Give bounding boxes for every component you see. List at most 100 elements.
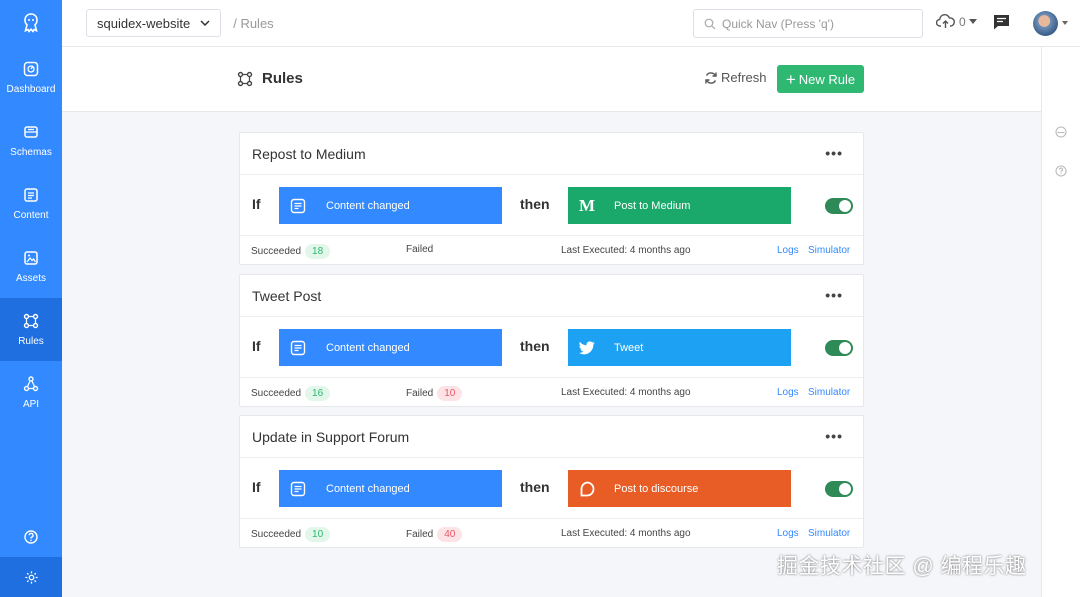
action-block[interactable]: M Post to Medium — [568, 187, 791, 224]
sidebar-item-api[interactable]: API — [0, 361, 62, 424]
failed-stat: Failed 10 — [406, 386, 463, 401]
sidebar-item-dashboard[interactable]: Dashboard — [0, 46, 62, 109]
succeeded-label: Succeeded — [251, 529, 302, 540]
sidebar-item-label: Schemas — [10, 146, 52, 158]
if-keyword: If — [252, 479, 261, 495]
cloud-upload-icon — [936, 14, 955, 28]
sidebar-item-rules[interactable]: Rules — [0, 298, 62, 361]
logs-link[interactable]: Logs — [777, 387, 799, 398]
caret-down-icon — [968, 19, 977, 24]
if-keyword: If — [252, 338, 261, 354]
rule-enabled-toggle[interactable] — [825, 340, 853, 356]
document-icon — [24, 187, 38, 202]
failed-label: Failed — [406, 388, 434, 399]
quick-nav-search-input[interactable]: Quick Nav (Press 'q') — [693, 9, 923, 38]
action-label: Post to discourse — [614, 482, 699, 495]
action-block[interactable]: Tweet — [568, 329, 791, 366]
plus-icon: + — [785, 69, 796, 89]
breadcrumb: / Rules — [233, 15, 274, 31]
rules-icon — [237, 71, 253, 86]
user-avatar[interactable] — [1033, 11, 1058, 36]
watermark: 掘金技术社区 @ 编程乐趣 — [777, 555, 1027, 578]
question-icon — [24, 530, 38, 544]
refresh-button[interactable]: Refresh — [704, 70, 767, 85]
succeeded-stat: Succeeded 18 — [251, 244, 331, 259]
succeeded-label: Succeeded — [251, 246, 302, 257]
failed-label: Failed — [406, 529, 434, 540]
notifications-button[interactable] — [993, 14, 1010, 35]
simulator-link[interactable]: Simulator — [808, 387, 850, 398]
last-executed: Last Executed: 4 months ago — [561, 245, 691, 256]
sidebar-item-content[interactable]: Content — [0, 172, 62, 235]
question-icon — [1055, 165, 1067, 177]
history-icon — [1055, 126, 1067, 138]
rule-card: Tweet Post ••• If Content changed then T… — [239, 274, 864, 407]
failed-count: 10 — [437, 386, 463, 401]
simulator-link[interactable]: Simulator — [808, 528, 850, 539]
rule-enabled-toggle[interactable] — [825, 198, 853, 214]
rule-card: Update in Support Forum ••• If Content c… — [239, 415, 864, 548]
rule-name: Update in Support Forum — [252, 429, 410, 445]
sidebar-item-schemas[interactable]: Schemas — [0, 109, 62, 172]
new-rule-label: New Rule — [798, 71, 856, 87]
last-executed: Last Executed: 4 months ago — [561, 528, 691, 539]
caret-down-icon[interactable] — [1062, 21, 1068, 25]
succeeded-count: 18 — [305, 244, 331, 259]
action-label: Post to Medium — [614, 199, 691, 212]
failed-count: 40 — [437, 527, 463, 542]
succeeded-stat: Succeeded 10 — [251, 527, 331, 542]
new-rule-button[interactable]: + New Rule — [777, 65, 864, 93]
if-keyword: If — [252, 196, 261, 212]
help-panel-button[interactable] — [1055, 164, 1067, 182]
uploads-button[interactable]: 0 — [936, 14, 981, 29]
rule-enabled-toggle[interactable] — [825, 481, 853, 497]
history-button[interactable] — [1055, 125, 1067, 143]
page-title: Rules — [237, 70, 303, 87]
right-panel — [1041, 47, 1080, 597]
sidebar-item-assets[interactable]: Assets — [0, 235, 62, 298]
help-button[interactable] — [0, 517, 62, 557]
refresh-icon — [705, 71, 717, 84]
search-icon — [704, 18, 716, 29]
page-header: Rules Refresh + New Rule — [62, 47, 1041, 112]
trigger-block[interactable]: Content changed — [279, 470, 502, 507]
logs-link[interactable]: Logs — [777, 245, 799, 256]
logs-link[interactable]: Logs — [777, 528, 799, 539]
gear-icon — [24, 570, 38, 584]
sidebar: Dashboard Schemas Content Assets Rules A… — [0, 0, 62, 597]
trigger-block[interactable]: Content changed — [279, 187, 502, 224]
rule-stats: Succeeded 10 Failed 40 Last Executed: 4 mo… — [240, 520, 863, 548]
database-icon — [24, 125, 38, 138]
discourse-icon — [580, 481, 595, 496]
more-options-button[interactable]: ••• — [825, 145, 843, 161]
app-selector[interactable]: squidex-website — [86, 9, 222, 37]
succeeded-count: 16 — [305, 386, 331, 401]
refresh-label: Refresh — [721, 70, 767, 85]
succeeded-stat: Succeeded 16 — [251, 386, 331, 401]
failed-stat: Failed 40 — [406, 527, 463, 542]
content-icon — [290, 340, 306, 355]
trigger-block[interactable]: Content changed — [279, 329, 502, 366]
chat-icon — [994, 15, 1009, 30]
rule-stats: Succeeded 16 Failed 10 Last Executed: 4 mo… — [240, 379, 863, 407]
simulator-link[interactable]: Simulator — [808, 245, 850, 256]
twitter-icon — [579, 340, 595, 354]
rule-name: Repost to Medium — [252, 146, 366, 162]
image-icon — [24, 250, 38, 265]
search-placeholder: Quick Nav (Press 'q') — [722, 16, 834, 31]
settings-button[interactable] — [0, 557, 62, 597]
rule-flow: If Content changed then M Post to Medium — [240, 174, 863, 236]
page-title-text: Rules — [262, 70, 303, 87]
medium-icon: M — [578, 195, 596, 215]
top-bar: squidex-website / Rules Quick Nav (Press… — [62, 0, 1080, 47]
rules-icon — [23, 313, 39, 328]
squidex-logo-icon[interactable] — [0, 0, 62, 46]
action-block[interactable]: Post to discourse — [568, 470, 791, 507]
rule-name: Tweet Post — [252, 288, 322, 304]
action-label: Tweet — [614, 341, 644, 354]
gauge-icon — [23, 61, 39, 76]
more-options-button[interactable]: ••• — [825, 287, 843, 303]
trigger-label: Content changed — [326, 199, 410, 212]
sidebar-item-label: Content — [13, 209, 49, 221]
more-options-button[interactable]: ••• — [825, 428, 843, 444]
